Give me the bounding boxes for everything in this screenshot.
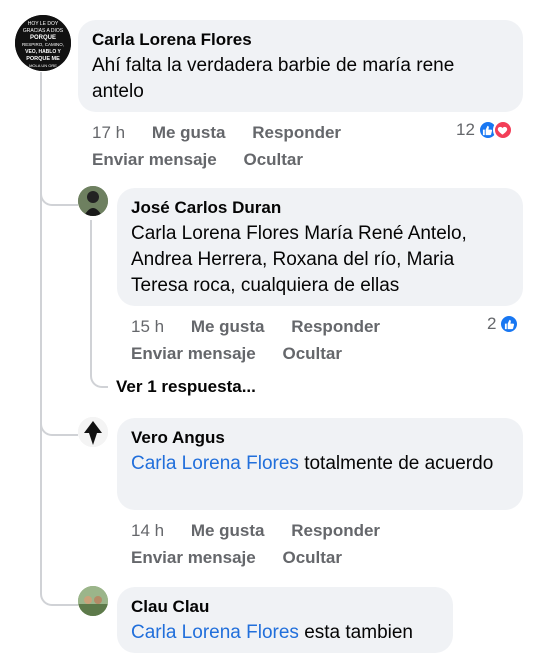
comment-text: Carla Lorena Flores María René Antelo, A… [131, 223, 467, 296]
avatar-photo [78, 586, 108, 616]
comment-author[interactable]: José Carlos Duran [131, 197, 509, 219]
comment-time[interactable]: 14 h [131, 521, 164, 540]
comment-author[interactable]: Carla Lorena Flores [92, 29, 509, 51]
comment-time[interactable]: 15 h [131, 317, 164, 336]
reactions[interactable]: 12 [456, 120, 513, 140]
comment-author[interactable]: Clau Clau [131, 596, 439, 618]
avatar[interactable] [78, 417, 108, 447]
svg-text:RESPIRO, CAMINO,: RESPIRO, CAMINO, [22, 42, 64, 47]
love-icon [492, 120, 513, 140]
like-button[interactable]: Me gusta [191, 521, 265, 540]
avatar-photo [78, 186, 108, 216]
reply-button[interactable]: Responder [291, 521, 380, 540]
svg-text:PORQUE ME: PORQUE ME [26, 56, 60, 62]
hide-button[interactable]: Ocultar [282, 548, 342, 567]
mention-link[interactable]: Carla Lorena Flores [131, 453, 299, 474]
avatar[interactable] [78, 186, 108, 216]
avatar-text-image: HOY LE DOY GRACIAS A DIOS PORQUE RESPIRO… [15, 15, 71, 71]
comment-actions: 15 h Me gusta Responder [131, 316, 402, 338]
comment-author[interactable]: Vero Angus [131, 427, 509, 449]
comment-text: Carla Lorena Flores esta tambien [131, 622, 413, 643]
reply-button[interactable]: Responder [291, 317, 380, 336]
mention-link[interactable]: Carla Lorena Flores [131, 622, 299, 643]
comment-text: Carla Lorena Flores totalmente de acuerd… [131, 453, 494, 474]
svg-text:HOY LE DOY: HOY LE DOY [28, 21, 59, 27]
send-message-button[interactable]: Enviar mensaje [131, 344, 256, 363]
svg-text:PORQUE: PORQUE [30, 35, 56, 41]
comment-actions: 14 h Me gusta Responder [131, 520, 402, 542]
svg-text:MOLA UN ORE: MOLA UN ORE [29, 63, 57, 68]
comment-actions-secondary: Enviar mensaje Ocultar [92, 149, 325, 171]
avatar-photo [78, 417, 108, 447]
comment-bubble: Carla Lorena Flores Ahí falta la verdade… [78, 20, 523, 112]
comment-bubble: Vero Angus Carla Lorena Flores totalment… [117, 418, 523, 510]
avatar[interactable]: HOY LE DOY GRACIAS A DIOS PORQUE RESPIRO… [15, 15, 71, 71]
like-button[interactable]: Me gusta [191, 317, 265, 336]
thread-line-main [40, 72, 42, 587]
view-more-replies-link[interactable]: Ver 1 respuesta... [116, 377, 256, 397]
comment-actions-secondary: Enviar mensaje Ocultar [131, 343, 364, 365]
comment-bubble: José Carlos Duran Carla Lorena Flores Ma… [117, 188, 523, 306]
hide-button[interactable]: Ocultar [243, 150, 303, 169]
comment-time[interactable]: 17 h [92, 123, 125, 142]
comment-bubble: Clau Clau Carla Lorena Flores esta tambi… [117, 587, 453, 653]
like-icon [499, 314, 520, 334]
more-replies-connector [90, 366, 108, 388]
hide-button[interactable]: Ocultar [282, 344, 342, 363]
send-message-button[interactable]: Enviar mensaje [92, 150, 217, 169]
thread-connector [40, 580, 78, 606]
comment-actions-secondary: Enviar mensaje Ocultar [131, 547, 364, 569]
comment-actions: 17 h Me gusta Responder [92, 122, 363, 144]
comment-text: Ahí falta la verdadera barbie de maría r… [92, 55, 455, 102]
send-message-button[interactable]: Enviar mensaje [131, 548, 256, 567]
svg-text:VEO, HABLO Y: VEO, HABLO Y [25, 49, 61, 55]
thread-connector [40, 410, 78, 436]
thread-line-nested [90, 220, 92, 370]
avatar[interactable] [78, 586, 108, 616]
reactions[interactable]: 2 [487, 314, 520, 334]
svg-text:GRACIAS A DIOS: GRACIAS A DIOS [23, 28, 64, 34]
thread-connector [40, 180, 78, 206]
reply-button[interactable]: Responder [252, 123, 341, 142]
like-button[interactable]: Me gusta [152, 123, 226, 142]
reactions-count: 2 [487, 314, 497, 333]
reactions-count: 12 [456, 120, 475, 139]
